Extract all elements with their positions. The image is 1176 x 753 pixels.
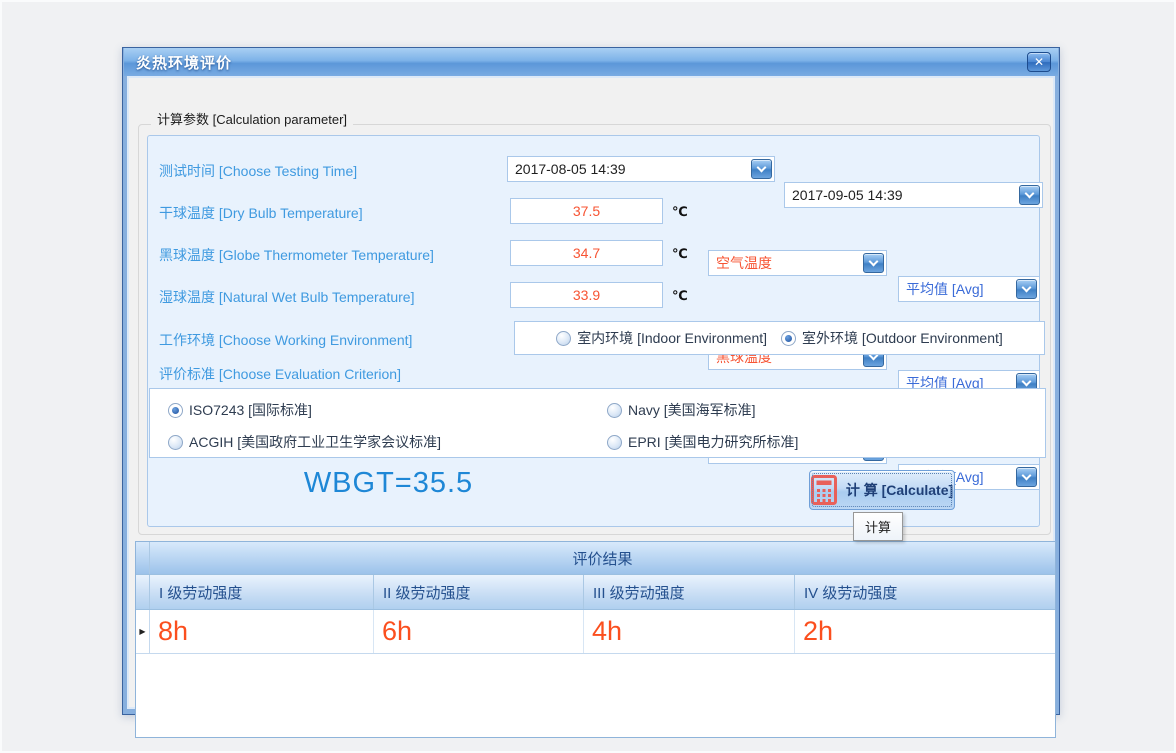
close-button[interactable]: ✕ [1027,52,1051,72]
radio-selected-icon [168,403,183,418]
dry-bulb-stat-value: 平均值 [Avg] [906,279,984,299]
evaluation-result-table: 评价结果 I 级劳动强度 II 级劳动强度 III 级劳动强度 IV 级劳动强度… [135,541,1056,738]
calculate-tooltip: 计算 [853,512,903,541]
column-header-level4[interactable]: IV 级劳动强度 [795,575,1055,609]
desktop-background: 炎热环境评价 ✕ 计算参数 [Calculation parameter] 测试… [0,0,1176,753]
dry-bulb-label: 干球温度 [Dry Bulb Temperature] [159,203,363,223]
dialog-client-area: 计算参数 [Calculation parameter] 测试时间 [Choos… [127,76,1055,709]
column-header-level2[interactable]: II 级劳动强度 [374,575,584,609]
column-header-level1[interactable]: I 级劳动强度 [150,575,374,609]
table-row[interactable]: ▶ 8h 6h 4h 2h [136,610,1055,654]
dry-bulb-stat-combobox[interactable]: 平均值 [Avg] [898,276,1040,302]
cell-level4-hours: 2h [795,610,1055,653]
testing-time-start-value: 2017-08-05 14:39 [515,161,626,177]
focus-rect [812,473,952,507]
criterion-label: 评价标准 [Choose Evaluation Criterion] [159,364,401,384]
table-title: 评价结果 [150,542,1055,574]
row-selector-header [136,575,150,609]
working-env-label: 工作环境 [Choose Working Environment] [159,330,412,350]
chevron-down-icon[interactable] [751,159,772,179]
criterion-box: ISO7243 [国际标准] Navy [美国海军标准] ACGIH [美国政府… [149,388,1046,458]
radio-acgih[interactable]: ACGIH [美国政府工业卫生学家会议标准] [168,432,441,452]
column-header-level3[interactable]: III 级劳动强度 [584,575,795,609]
radio-outdoor-environment[interactable]: 室外环境 [Outdoor Environment] [781,328,1003,348]
globe-input[interactable] [510,240,663,266]
dry-bulb-source-combobox[interactable]: 空气温度 [708,250,887,276]
testing-time-end-value: 2017-09-05 14:39 [792,187,903,203]
radio-icon [168,435,183,450]
testing-time-end-combobox[interactable]: 2017-09-05 14:39 [784,182,1043,208]
radio-icon [556,331,571,346]
table-title-row: 评价结果 [136,542,1055,575]
radio-epri[interactable]: EPRI [美国电力研究所标准] [607,432,798,452]
testing-time-start-combobox[interactable]: 2017-08-05 14:39 [507,156,775,182]
table-header-row: I 级劳动强度 II 级劳动强度 III 级劳动强度 IV 级劳动强度 [136,575,1055,610]
close-icon: ✕ [1034,55,1044,69]
row-selector-header [136,542,150,574]
wet-bulb-label: 湿球温度 [Natural Wet Bulb Temperature] [159,287,414,307]
dry-bulb-unit: ℃ [672,204,688,220]
radio-selected-icon [781,331,796,346]
cell-level2-hours: 6h [374,610,584,653]
wet-bulb-unit: ℃ [672,288,688,304]
radio-iso7243[interactable]: ISO7243 [国际标准] [168,400,312,420]
wbgt-result: WBGT=35.5 [261,467,516,500]
chevron-down-icon[interactable] [1019,185,1040,205]
title-bar[interactable]: 炎热环境评价 ✕ [124,48,1058,76]
groupbox-label: 计算参数 [Calculation parameter] [151,109,353,128]
radio-indoor-environment[interactable]: 室内环境 [Indoor Environment] [556,328,767,348]
chevron-down-icon[interactable] [863,253,884,273]
table-empty-area [136,654,1055,737]
calculate-button[interactable]: 计 算 [Calculate] [809,470,955,510]
wet-bulb-input[interactable] [510,282,663,308]
window-title: 炎热环境评价 [124,52,232,73]
radio-icon [607,435,622,450]
working-env-box: 室内环境 [Indoor Environment] 室外环境 [Outdoor … [514,321,1045,355]
testing-time-label: 测试时间 [Choose Testing Time] [159,161,357,181]
cell-level3-hours: 4h [584,610,795,653]
chevron-down-icon[interactable] [1016,467,1037,487]
row-selector-arrow-icon: ▶ [136,610,150,653]
chevron-down-icon[interactable] [1016,279,1037,299]
dry-bulb-source-value: 空气温度 [716,253,772,273]
radio-navy[interactable]: Navy [美国海军标准] [607,400,756,420]
hot-environment-evaluation-dialog: 炎热环境评价 ✕ 计算参数 [Calculation parameter] 测试… [122,47,1060,715]
globe-label: 黑球温度 [Globe Thermometer Temperature] [159,245,434,265]
cell-level1-hours: 8h [150,610,374,653]
dry-bulb-input[interactable] [510,198,663,224]
globe-unit: ℃ [672,246,688,262]
radio-icon [607,403,622,418]
